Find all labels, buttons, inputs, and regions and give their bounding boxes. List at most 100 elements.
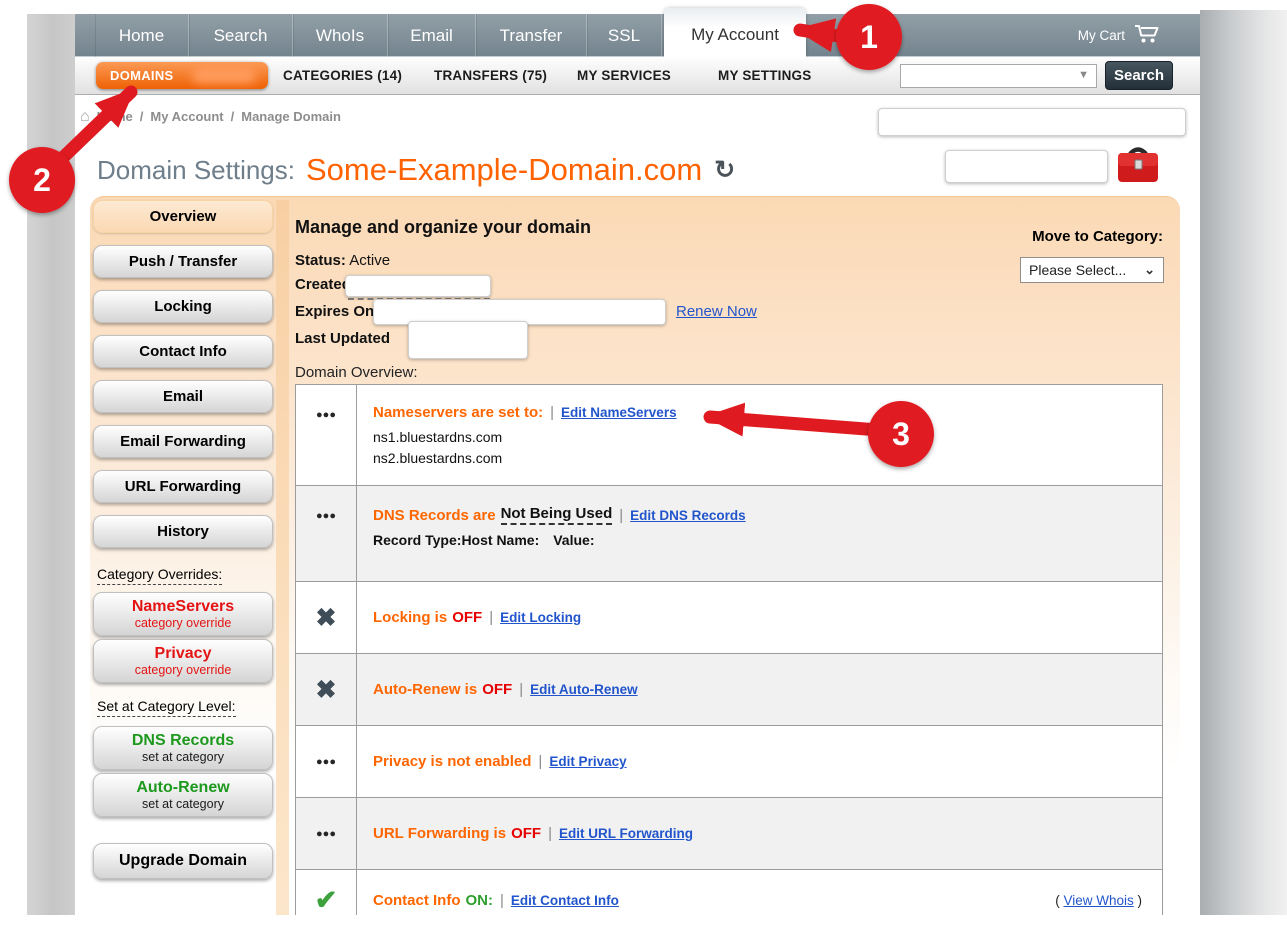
dots-icon: ●●●	[316, 409, 336, 421]
dots-icon: ●●●	[316, 756, 336, 768]
row-content: Auto-Renew is OFF | Edit Auto-Renew	[357, 654, 1162, 725]
table-row-nameservers: ●●● Nameservers are set to: | Edit NameS…	[296, 385, 1162, 486]
chevron-down-icon: ⌄	[1144, 258, 1155, 282]
override-title: Privacy	[94, 644, 272, 663]
status-line: Status: Active	[295, 252, 390, 269]
renew-now-link[interactable]: Renew Now	[676, 303, 757, 320]
sidebar-item-contact-info[interactable]: Contact Info	[93, 335, 273, 368]
category-select-dropdown[interactable]: Please Select... ⌄	[1020, 257, 1164, 283]
redacted-box	[945, 150, 1108, 183]
right-margin-band	[1200, 10, 1287, 915]
view-whois-link[interactable]: View Whois	[1063, 893, 1133, 908]
value-label: Value:	[553, 532, 594, 548]
nav-tab-home[interactable]: Home	[95, 14, 189, 57]
domains-tab-label: DOMAINS	[110, 68, 174, 83]
row-title: Privacy is not enabled	[373, 753, 531, 770]
subnav-tab-categories[interactable]: CATEGORIES (14)	[283, 57, 402, 95]
last-updated-label: Last Updated	[295, 330, 390, 347]
sidebar-item-overview[interactable]: Overview	[93, 200, 273, 233]
paren-close: )	[1138, 893, 1143, 908]
page-title-prefix: Domain Settings:	[97, 155, 295, 186]
host-name-label: Host Name:	[461, 532, 539, 548]
category-title: Auto-Renew	[94, 778, 272, 797]
combobox-dropdown-icon[interactable]: ▼	[1078, 69, 1089, 81]
sidebar-item-email-forwarding[interactable]: Email Forwarding	[93, 425, 273, 458]
edit-dns-records-link[interactable]: Edit DNS Records	[630, 508, 746, 523]
sidebar-button-privacy-override[interactable]: Privacy category override	[93, 639, 273, 683]
dots-icon: ●●●	[316, 510, 336, 522]
row-content: Privacy is not enabled | Edit Privacy	[357, 726, 1162, 797]
breadcrumb-home[interactable]: Home	[97, 109, 133, 124]
breadcrumb: ⌂ Home / My Account / Manage Domain	[80, 109, 341, 124]
record-type-label: Record Type:	[373, 532, 461, 548]
upgrade-domain-button[interactable]: Upgrade Domain	[93, 843, 273, 879]
pipe-separator: |	[550, 404, 554, 421]
refresh-icon[interactable]: ↻	[714, 155, 735, 185]
nav-tab-my-account-active[interactable]: My Account	[664, 8, 806, 57]
sub-navigation-bar: DOMAINS CATEGORIES (14) TRANSFERS (75) M…	[75, 57, 1200, 95]
page-title-domain: Some-Example-Domain.com	[306, 152, 702, 188]
icon-cell: ✖	[296, 654, 357, 725]
nav-tab-ssl[interactable]: SSL	[587, 14, 662, 57]
nav-tab-email[interactable]: Email	[388, 14, 476, 57]
row-title: Auto-Renew is	[373, 681, 477, 698]
my-cart-button[interactable]: My Cart	[1078, 14, 1160, 57]
search-button[interactable]: Search	[1105, 61, 1173, 90]
subnav-tab-my-settings[interactable]: MY SETTINGS	[718, 57, 811, 95]
category-overrides-heading: Category Overrides:	[97, 566, 222, 585]
toolbox-icon[interactable]	[1114, 144, 1162, 189]
edit-locking-link[interactable]: Edit Locking	[500, 610, 581, 625]
move-to-category-label: Move to Category:	[1000, 228, 1163, 245]
nameserver-value: ns2.bluestardns.com	[373, 450, 1146, 466]
search-combobox[interactable]: ▼	[900, 64, 1097, 88]
expires-on-label: Expires On	[295, 303, 374, 320]
cart-icon	[1134, 24, 1160, 47]
breadcrumb-separator: /	[140, 109, 144, 124]
sidebar-item-url-forwarding[interactable]: URL Forwarding	[93, 470, 273, 503]
redacted-updated-date	[408, 321, 528, 359]
sidebar-button-dns-records-category[interactable]: DNS Records set at category	[93, 726, 273, 770]
sidebar-item-email[interactable]: Email	[93, 380, 273, 413]
sidebar-item-locking[interactable]: Locking	[93, 290, 273, 323]
redacted-box	[878, 108, 1186, 136]
page-title: Domain Settings: Some-Example-Domain.com…	[97, 147, 735, 193]
edit-contact-info-link[interactable]: Edit Contact Info	[511, 893, 619, 908]
cross-icon: ✖	[316, 675, 337, 705]
icon-cell: ●●●	[296, 798, 357, 869]
category-subtitle: set at category	[94, 750, 272, 764]
set-at-category-heading: Set at Category Level:	[97, 698, 236, 717]
override-subtitle: category override	[94, 616, 272, 630]
edit-nameservers-link[interactable]: Edit NameServers	[561, 405, 677, 420]
bottom-margin-strip	[0, 915, 1287, 931]
row-title: Contact Info	[373, 892, 461, 909]
breadcrumb-my-account[interactable]: My Account	[150, 109, 223, 124]
check-icon: ✔	[315, 885, 338, 916]
table-row-auto-renew: ✖ Auto-Renew is OFF | Edit Auto-Renew	[296, 654, 1162, 726]
subnav-tab-transfers[interactable]: TRANSFERS (75)	[434, 57, 547, 95]
icon-cell: ✖	[296, 582, 357, 653]
edit-privacy-link[interactable]: Edit Privacy	[549, 754, 626, 769]
nav-tab-whois[interactable]: WhoIs	[293, 14, 388, 57]
subnav-tab-my-services[interactable]: MY SERVICES	[577, 57, 671, 95]
row-title-emphasis: Not Being Used	[501, 505, 613, 525]
redacted-created-date	[345, 275, 491, 297]
subnav-tab-domains-active[interactable]: DOMAINS	[96, 62, 268, 89]
domain-overview-table: ●●● Nameservers are set to: | Edit NameS…	[295, 384, 1163, 931]
nav-tab-search[interactable]: Search	[189, 14, 293, 57]
icon-cell: ●●●	[296, 726, 357, 797]
edit-auto-renew-link[interactable]: Edit Auto-Renew	[530, 682, 638, 697]
sidebar-item-push-transfer[interactable]: Push / Transfer	[93, 245, 273, 278]
breadcrumb-manage-domain: Manage Domain	[241, 109, 341, 124]
override-title: NameServers	[94, 597, 272, 616]
status-off-text: OFF	[452, 609, 482, 626]
row-title: Locking is	[373, 609, 447, 626]
status-label: Status:	[295, 252, 346, 269]
pipe-separator: |	[548, 825, 552, 842]
domain-manager-screen: Home Search WhoIs Email Transfer SSL My …	[0, 0, 1287, 931]
row-title: URL Forwarding is	[373, 825, 506, 842]
edit-url-forwarding-link[interactable]: Edit URL Forwarding	[559, 826, 693, 841]
sidebar-button-auto-renew-category[interactable]: Auto-Renew set at category	[93, 773, 273, 817]
nav-tab-transfer[interactable]: Transfer	[476, 14, 587, 57]
sidebar-item-history[interactable]: History	[93, 515, 273, 548]
sidebar-button-nameservers-override[interactable]: NameServers category override	[93, 592, 273, 636]
